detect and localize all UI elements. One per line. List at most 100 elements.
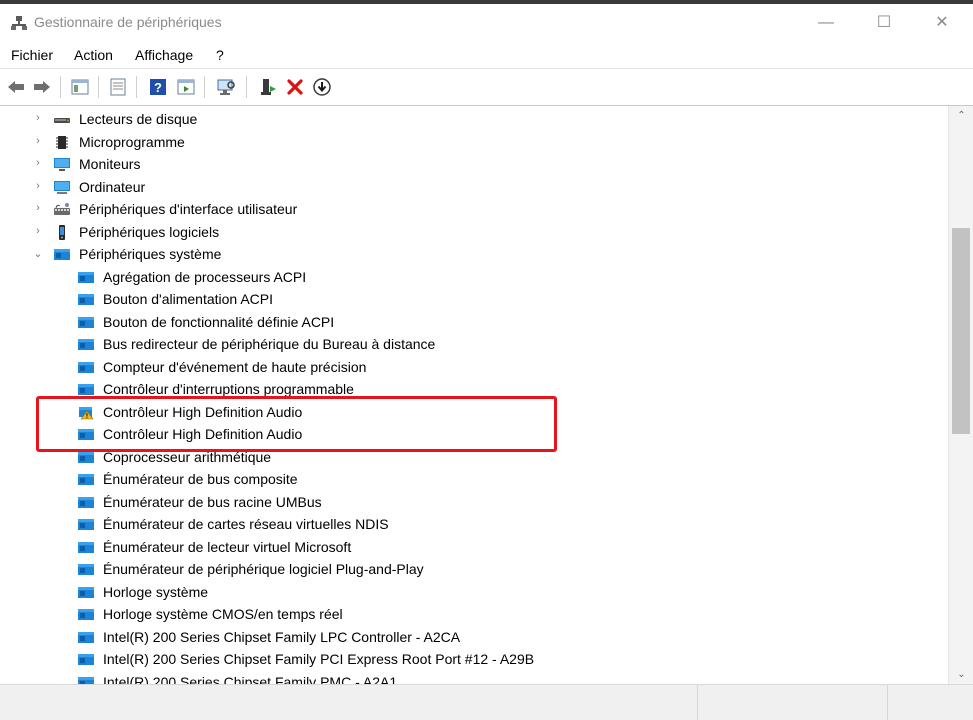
expand-chevron-icon[interactable]: ›: [33, 180, 43, 192]
tree-item-label: Bouton de fonctionnalité définie ACPI: [103, 313, 335, 330]
system-device-icon: [77, 585, 95, 600]
tree-category[interactable]: › Périphériques d'interface utilisateur: [0, 199, 940, 221]
tree-item-label: Ordinateur: [79, 178, 146, 195]
highlight-box: [36, 396, 557, 452]
monitor-icon: [53, 157, 71, 172]
tree-item-label: Bus redirecteur de périphérique du Burea…: [103, 336, 436, 352]
tree-category[interactable]: › Périphériques logiciels: [0, 222, 940, 244]
tree-item-label: Moniteurs: [79, 156, 141, 172]
properties-icon[interactable]: [108, 77, 128, 97]
menu-bar: Fichier Action Affichage ?: [0, 42, 973, 68]
forward-arrow-icon[interactable]: [32, 77, 52, 97]
scan-hardware-icon[interactable]: [216, 77, 236, 97]
menu-action[interactable]: Action: [74, 47, 113, 63]
scroll-down-icon[interactable]: ⌄: [949, 669, 973, 680]
tree-item-label: Périphériques d'interface utilisateur: [79, 201, 298, 217]
vertical-scrollbar[interactable]: ⌃ ⌄: [948, 106, 973, 684]
toolbar-separator: [60, 76, 61, 98]
show-hide-tree-icon[interactable]: [70, 77, 90, 97]
tree-item-label: Horloge système CMOS/en temps réel: [103, 606, 343, 622]
uninstall-icon[interactable]: [285, 77, 305, 97]
tree-item-label: Périphériques logiciels: [79, 223, 220, 240]
expand-chevron-icon[interactable]: ›: [33, 157, 43, 169]
tree-item-label: Périphériques système: [79, 246, 222, 262]
scrollbar-thumb[interactable]: [952, 228, 970, 434]
system-device-icon: [77, 382, 95, 397]
collapse-chevron-icon[interactable]: ⌄: [33, 247, 43, 260]
minimize-button[interactable]: —: [803, 8, 849, 38]
system-device-icon: [77, 517, 95, 532]
tree-item-label: Contrôleur d'interruptions programmable: [103, 381, 354, 397]
tree-category[interactable]: › Ordinateur: [0, 177, 940, 199]
tree-device-item[interactable]: Bouton de fonctionnalité définie ACPI: [0, 312, 940, 334]
toolbar-separator: [98, 76, 99, 98]
tree-device-item[interactable]: Compteur d'événement de haute précision: [0, 357, 940, 379]
tree-category[interactable]: › Moniteurs: [0, 154, 940, 176]
toolbar-separator: [246, 76, 247, 98]
tree-item-label: Lecteurs de disque: [79, 111, 198, 127]
tree-device-item[interactable]: Énumérateur de bus composite: [0, 469, 940, 491]
back-arrow-icon[interactable]: [6, 77, 26, 97]
action-pane-icon[interactable]: [176, 77, 196, 97]
tree-item-label: Intel(R) 200 Series Chipset Family PCI E…: [103, 651, 535, 667]
tree-item-label: Énumérateur de bus composite: [103, 471, 298, 487]
tree-category[interactable]: › Lecteurs de disque: [0, 109, 940, 131]
tree-device-item[interactable]: Horloge système CMOS/en temps réel: [0, 604, 940, 626]
menu-fichier[interactable]: Fichier: [11, 47, 53, 63]
disable-device-icon[interactable]: [312, 77, 332, 97]
expand-chevron-icon[interactable]: ›: [33, 202, 43, 214]
disk-drive-icon: [53, 112, 71, 127]
hid-icon: [53, 202, 71, 217]
tree-device-item[interactable]: Énumérateur de cartes réseau virtuelles …: [0, 514, 940, 536]
expand-chevron-icon[interactable]: ›: [33, 225, 43, 237]
tree-item-label: Microprogramme: [79, 133, 185, 150]
system-device-icon: [77, 607, 95, 622]
tree-category-expanded[interactable]: ⌄ Périphériques système: [0, 244, 940, 266]
maximize-button[interactable]: ☐: [861, 8, 907, 38]
toolbar-separator: [136, 76, 137, 98]
tree-item-label: Énumérateur de périphérique logiciel Plu…: [103, 561, 424, 577]
tree-item-label: Intel(R) 200 Series Chipset Family PMC -…: [103, 673, 398, 685]
menu-affichage[interactable]: Affichage: [135, 47, 193, 63]
tree-item-label: Compteur d'événement de haute précision: [103, 358, 367, 375]
expand-chevron-icon[interactable]: ›: [33, 112, 43, 124]
device-tree: › Lecteurs de disque › Microprogramme › Monit…: [0, 106, 948, 684]
scroll-up-icon[interactable]: ⌃: [949, 110, 973, 121]
system-device-icon: [53, 247, 71, 262]
menu-help[interactable]: ?: [216, 47, 224, 63]
tree-device-item[interactable]: Énumérateur de lecteur virtuel Microsoft: [0, 537, 940, 559]
tree-device-item[interactable]: Intel(R) 200 Series Chipset Family PCI E…: [0, 649, 940, 671]
status-separator: [887, 685, 888, 720]
help-icon[interactable]: ?: [148, 77, 168, 97]
tree-device-item[interactable]: Bus redirecteur de périphérique du Burea…: [0, 334, 940, 356]
system-device-icon: [77, 270, 95, 285]
update-driver-icon[interactable]: [258, 77, 278, 97]
tree-item-label: Énumérateur de lecteur virtuel Microsoft: [103, 538, 352, 555]
tree-device-item[interactable]: Horloge système: [0, 582, 940, 604]
status-separator: [697, 685, 698, 720]
system-device-icon: [77, 652, 95, 667]
tree-device-item[interactable]: Énumérateur de bus racine UMBus: [0, 492, 940, 514]
toolbar: ?: [0, 68, 973, 106]
tree-device-item[interactable]: Bouton d'alimentation ACPI: [0, 289, 940, 311]
tree-device-item[interactable]: Intel(R) 200 Series Chipset Family LPC C…: [0, 627, 940, 649]
tree-device-item[interactable]: Agrégation de processeurs ACPI: [0, 267, 940, 289]
tree-item-label: Horloge système: [103, 583, 209, 600]
system-device-icon: [77, 675, 95, 684]
tree-category[interactable]: › Microprogramme: [0, 132, 940, 154]
tree-device-item[interactable]: Intel(R) 200 Series Chipset Family PMC -…: [0, 672, 940, 685]
expand-chevron-icon[interactable]: ›: [33, 135, 43, 147]
title-bar: Gestionnaire de périphériques — ☐ ✕: [0, 4, 973, 42]
tree-item-label: Énumérateur de cartes réseau virtuelles …: [103, 516, 389, 532]
firmware-icon: [53, 135, 71, 150]
system-device-icon: [77, 337, 95, 352]
system-device-icon: [77, 630, 95, 645]
system-device-icon: [77, 562, 95, 577]
system-device-icon: [77, 292, 95, 307]
window-title: Gestionnaire de périphériques: [34, 14, 222, 30]
close-button[interactable]: ✕: [919, 8, 965, 38]
tree-device-item[interactable]: Énumérateur de périphérique logiciel Plu…: [0, 559, 940, 581]
computer-icon: [53, 180, 71, 195]
system-device-icon: [77, 315, 95, 330]
svg-text:?: ?: [154, 80, 162, 95]
